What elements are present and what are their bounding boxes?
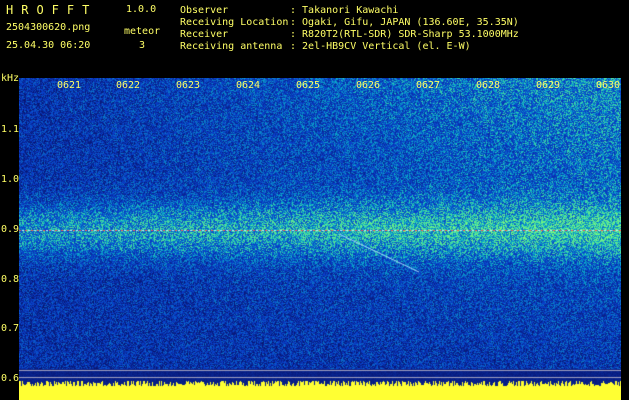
x-tick-label: 0626 [356, 80, 381, 91]
x-tick-label: 0624 [236, 80, 261, 91]
info-value-antenna: : 2el-HB9CV Vertical (el. E-W) [290, 41, 471, 52]
spectrogram-canvas [19, 78, 621, 400]
info-value-receiver: : R820T2(RTL-SDR) SDR-Sharp 53.1000MHz [290, 29, 519, 40]
x-tick-label: 0629 [536, 80, 561, 91]
meteor-label: meteor [124, 26, 161, 37]
x-tick-label: 0627 [416, 80, 441, 91]
meteor-count: 3 [139, 40, 146, 51]
info-key-observer: Observer [180, 5, 229, 16]
header-panel: HROFFT 1.0.0 2504300620.png 25.04.30 06:… [0, 0, 629, 68]
x-tick-label: 0630 [596, 80, 621, 91]
y-tick-label: 0.6 [1, 373, 20, 384]
y-tick-label: 0.7 [1, 323, 20, 334]
y-tick-label: 0.9 [1, 224, 20, 235]
x-tick-label: 0623 [176, 80, 201, 91]
info-key-receiver: Receiver [180, 29, 229, 40]
info-key-location: Receiving Location [180, 17, 289, 28]
info-key-antenna: Receiving antenna [180, 41, 283, 52]
app-name: HROFFT [6, 3, 98, 17]
y-tick-label: 1.0 [1, 174, 20, 185]
x-tick-label: 0621 [57, 80, 82, 91]
x-tick-label: 0625 [296, 80, 321, 91]
info-value-observer: : Takanori Kawachi [290, 5, 399, 16]
info-value-location: : Ogaki, Gifu, JAPAN (136.60E, 35.35N) [290, 17, 519, 28]
file-name: 2504300620.png [6, 22, 91, 33]
x-tick-label: 0622 [116, 80, 141, 91]
app-version: 1.0.0 [126, 4, 157, 15]
file-datetime: 25.04.30 06:20 [6, 40, 91, 51]
x-tick-label: 0628 [476, 80, 501, 91]
y-axis-unit: kHz [1, 73, 20, 84]
y-tick-label: 1.1 [1, 124, 20, 135]
y-tick-label: 0.8 [1, 274, 20, 285]
spectrogram [19, 78, 621, 400]
